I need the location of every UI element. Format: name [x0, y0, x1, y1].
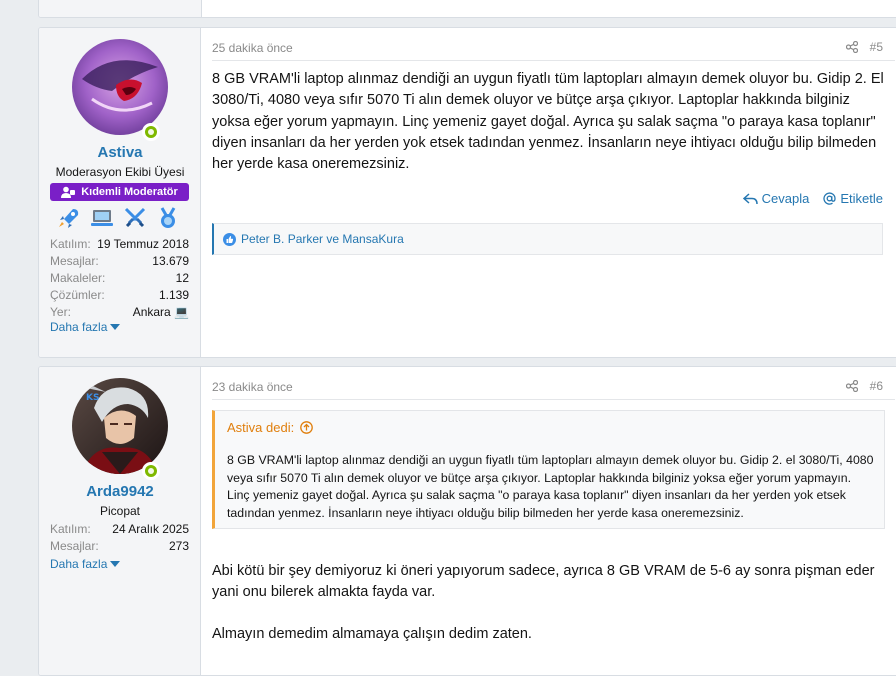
mention-button[interactable]: Etiketle	[823, 191, 883, 206]
trophy-swords-icon[interactable]	[123, 207, 147, 229]
post-meta-right: #6	[845, 379, 883, 393]
quote-block: Astiva dedi: 8 GB VRAM'li laptop alınmaz…	[212, 410, 885, 529]
reply-button[interactable]: Cevapla	[742, 191, 809, 206]
post-body-paragraph-2: Almayın demedim almamaya çalışın dedim z…	[212, 626, 532, 642]
stat-row: Mesajlar: 273	[50, 539, 189, 553]
quote-text: 8 GB VRAM'li laptop alınmaz dendiği an u…	[227, 453, 874, 520]
caret-down-icon	[110, 561, 121, 567]
previous-post-userpane	[39, 0, 202, 17]
stat-row: Yer: Ankara 💻	[50, 305, 189, 319]
user-stats: Katılım: 24 Aralık 2025 Mesajlar: 273	[50, 521, 189, 555]
share-icon[interactable]	[845, 380, 858, 392]
user-pane-astiva: Astiva Moderasyon Ekibi Üyesi Kıdemli Mo…	[39, 28, 201, 357]
share-icon[interactable]	[845, 41, 858, 53]
post-number[interactable]: #6	[870, 379, 883, 393]
banner-text: Kıdemli Moderatör	[81, 186, 178, 198]
avatar-astiva[interactable]	[72, 39, 168, 141]
user-stats: Katılım: 19 Temmuz 2018 Mesajlar: 13.679 M…	[50, 236, 189, 321]
like-icon	[223, 232, 236, 246]
stat-row: Makaleler: 12	[50, 271, 189, 285]
at-icon	[823, 192, 837, 205]
reactions-bar[interactable]: Peter B. Parker ve MansaKura	[212, 223, 883, 255]
post-divider	[212, 60, 895, 61]
post-6: KS Arda9942 Picopat Katılım: 24 Aralık 20…	[38, 366, 896, 676]
trophy-medal-icon[interactable]	[156, 207, 180, 229]
stat-row: Mesajlar: 13.679	[50, 254, 189, 268]
more-info-toggle[interactable]: Daha fazla	[50, 557, 121, 571]
post-number[interactable]: #5	[870, 40, 883, 54]
trophy-laptop-icon[interactable]	[90, 207, 114, 229]
username[interactable]: Astiva	[39, 144, 201, 161]
stat-row: Katılım: 24 Aralık 2025	[50, 522, 189, 536]
previous-post	[38, 0, 896, 18]
user-title: Picopat	[99, 504, 141, 518]
user-title: Moderasyon Ekibi Üyesi	[55, 165, 185, 179]
post-meta-right: #5	[845, 40, 883, 54]
post-divider	[212, 399, 895, 400]
post-body-paragraph-1: Abi kötü bir şey demiyoruz ki öneri yapı…	[212, 563, 875, 601]
stat-row: Katılım: 19 Temmuz 2018	[50, 237, 189, 251]
user-badge-icon	[61, 186, 76, 198]
avatar-arda9942[interactable]: KS	[72, 378, 168, 480]
quote-author-link[interactable]: Astiva dedi:	[227, 420, 314, 435]
user-pane-arda9942: KS Arda9942 Picopat Katılım: 24 Aralık 20…	[39, 367, 201, 675]
reply-icon	[742, 192, 758, 204]
trophy-row	[57, 207, 180, 229]
trophy-rocket-icon[interactable]	[57, 207, 81, 229]
post-time[interactable]: 23 dakika önce	[212, 380, 293, 394]
post-time[interactable]: 25 dakika önce	[212, 41, 293, 55]
post-body: 8 GB VRAM'li laptop alınmaz dendiği an u…	[212, 71, 884, 173]
svg-text:KS: KS	[86, 393, 99, 403]
reactions-list[interactable]: Peter B. Parker ve MansaKura	[241, 232, 404, 246]
user-banner: Kıdemli Moderatör	[50, 183, 189, 201]
stat-row: Çözümler: 1.139	[50, 288, 189, 302]
arrow-up-circle-icon	[300, 421, 314, 434]
online-icon	[142, 462, 160, 480]
online-icon	[142, 123, 160, 141]
username[interactable]: Arda9942	[39, 483, 201, 500]
post-actions: Cevapla Etiketle	[742, 191, 883, 206]
caret-down-icon	[110, 324, 121, 330]
more-info-toggle[interactable]: Daha fazla	[50, 320, 121, 334]
post-5: Astiva Moderasyon Ekibi Üyesi Kıdemli Mo…	[38, 27, 896, 358]
